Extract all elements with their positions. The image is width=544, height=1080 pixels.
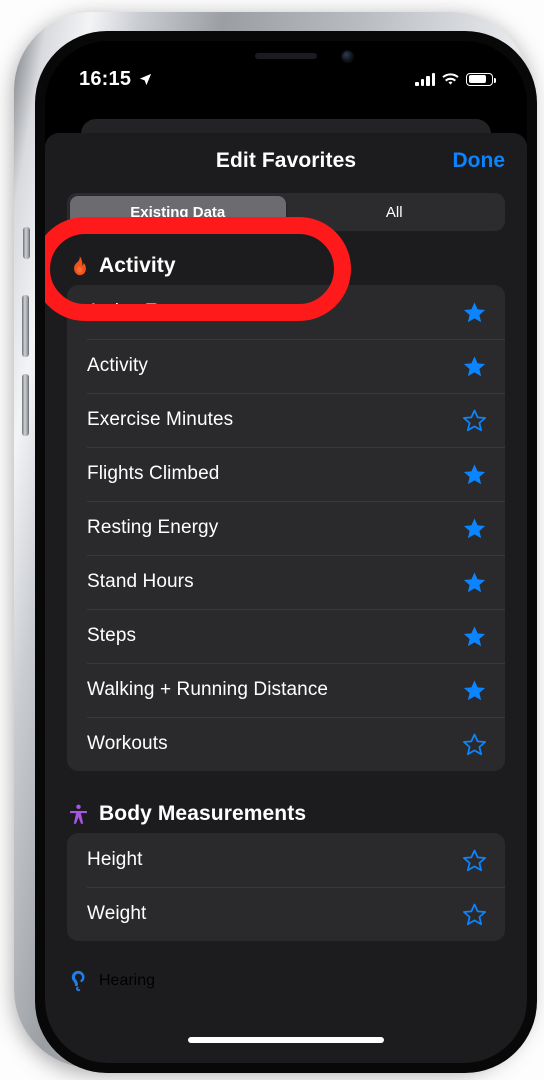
star-filled-icon[interactable] xyxy=(462,570,487,595)
section-title: Hearing xyxy=(99,971,156,989)
section-title: Activity xyxy=(99,254,176,277)
clock-time: 16:15 xyxy=(79,67,132,90)
tab-existing-data[interactable]: Existing Data xyxy=(69,195,286,229)
sheet-navigation-bar: Edit Favorites Done xyxy=(45,133,527,189)
earpiece-speaker xyxy=(255,53,317,59)
page-title: Edit Favorites xyxy=(215,149,357,172)
mute-switch[interactable] xyxy=(23,227,30,259)
list-item[interactable]: Height xyxy=(67,833,505,887)
home-indicator[interactable] xyxy=(188,1037,384,1043)
flame-icon xyxy=(74,255,86,275)
front-camera xyxy=(342,51,353,62)
done-button[interactable]: Done xyxy=(453,149,506,173)
volume-up-button[interactable] xyxy=(22,295,29,357)
row-label: Exercise Minutes xyxy=(87,409,234,430)
row-label: Flights Climbed xyxy=(87,463,220,484)
status-bar-right xyxy=(415,72,497,86)
star-filled-icon[interactable] xyxy=(462,354,487,379)
list-item[interactable]: Walking + Running Distance xyxy=(67,663,505,717)
location-arrow-icon xyxy=(140,73,152,85)
volume-down-button[interactable] xyxy=(22,374,29,436)
section-header-hearing: Hearing xyxy=(45,963,527,996)
segmented-control-wrapper: Existing Data All xyxy=(45,189,527,245)
star-filled-icon[interactable] xyxy=(462,300,487,325)
segmented-control[interactable]: Existing Data All xyxy=(67,193,505,231)
row-label: Resting Energy xyxy=(87,517,219,538)
row-label: Stand Hours xyxy=(87,571,194,592)
row-label: Workouts xyxy=(87,733,168,754)
cellular-bars-icon xyxy=(415,72,435,86)
star-outline-icon[interactable] xyxy=(462,848,487,873)
status-bar-left: 16:15 xyxy=(79,68,153,91)
row-label: Walking + Running Distance xyxy=(87,679,329,700)
phone-screen: 16:15 Edit Favorites Done Existing Data … xyxy=(45,41,527,1063)
ear-icon xyxy=(71,970,85,992)
star-outline-icon[interactable] xyxy=(462,902,487,927)
activity-group: Active Energy Activity Exercise Minutes … xyxy=(67,285,505,771)
row-label: Activity xyxy=(87,355,148,376)
row-label: Steps xyxy=(87,625,137,646)
row-label: Active Energy xyxy=(87,301,206,322)
list-item[interactable]: Exercise Minutes xyxy=(67,393,505,447)
screenshot-stage: 16:15 Edit Favorites Done Existing Data … xyxy=(0,0,544,1080)
phone-frame: 16:15 Edit Favorites Done Existing Data … xyxy=(14,12,537,1073)
star-outline-icon[interactable] xyxy=(462,408,487,433)
star-outline-icon[interactable] xyxy=(462,732,487,757)
list-item[interactable]: Active Energy xyxy=(67,285,505,339)
wifi-icon xyxy=(442,72,459,85)
list-item[interactable]: Workouts xyxy=(67,717,505,771)
list-item[interactable]: Resting Energy xyxy=(67,501,505,555)
list-item[interactable]: Stand Hours xyxy=(67,555,505,609)
favorites-list[interactable]: Activity Active Energy Activity Exercise… xyxy=(45,245,527,1063)
section-header-body-measurements: Body Measurements xyxy=(45,793,527,833)
list-item[interactable]: Steps xyxy=(67,609,505,663)
edit-favorites-sheet: Edit Favorites Done Existing Data All Ac… xyxy=(45,133,527,1063)
list-item[interactable]: Weight xyxy=(67,887,505,941)
section-title: Body Measurements xyxy=(99,802,307,825)
list-item[interactable]: Flights Climbed xyxy=(67,447,505,501)
notch xyxy=(193,41,379,72)
star-filled-icon[interactable] xyxy=(462,678,487,703)
row-label: Weight xyxy=(87,903,147,924)
list-item[interactable]: Activity xyxy=(67,339,505,393)
star-filled-icon[interactable] xyxy=(462,516,487,541)
star-filled-icon[interactable] xyxy=(462,624,487,649)
body-measurements-group: Height Weight xyxy=(67,833,505,941)
battery-icon xyxy=(466,72,497,86)
tab-all[interactable]: All xyxy=(286,196,503,229)
row-label: Height xyxy=(87,849,143,870)
section-header-activity: Activity xyxy=(45,245,527,285)
star-filled-icon[interactable] xyxy=(462,462,487,487)
body-figure-icon xyxy=(70,804,87,824)
